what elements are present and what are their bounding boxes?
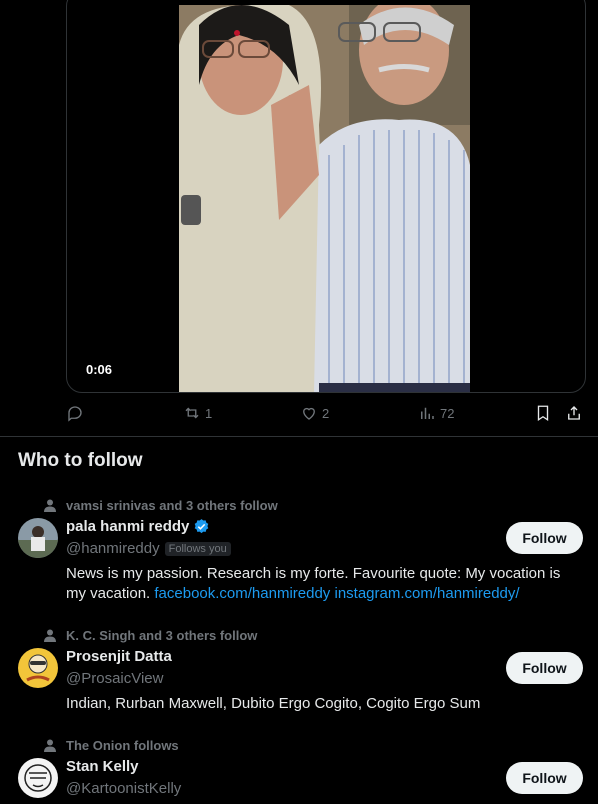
- heart-icon: [303, 407, 315, 420]
- follows-you-badge: Follows you: [164, 541, 231, 556]
- follow-button[interactable]: Follow: [506, 652, 583, 684]
- social-context: vamsi srinivas and 3 others follow: [44, 498, 278, 513]
- user-name[interactable]: pala hanmi reddy: [66, 518, 210, 535]
- user-bio: News is my passion. Research is my forte…: [66, 564, 576, 604]
- video-frame: [179, 5, 470, 392]
- avatar-image: [18, 648, 58, 688]
- user-handle[interactable]: @KartoonistKelly: [66, 780, 181, 797]
- social-context: K. C. Singh and 3 others follow: [44, 628, 257, 643]
- repost-button[interactable]: 1: [183, 404, 212, 422]
- bio-link-instagram[interactable]: instagram.com/hanmireddy/: [334, 585, 519, 602]
- social-context-text: K. C. Singh and 3 others follow: [66, 628, 258, 643]
- user-name[interactable]: Stan Kelly: [66, 758, 139, 775]
- person-icon: [44, 499, 56, 512]
- social-context-text: vamsi srinivas and 3 others follow: [66, 498, 278, 513]
- video-player[interactable]: [66, 0, 586, 393]
- video-still-image: [179, 5, 470, 392]
- post-action-bar: 1 2 72: [0, 404, 598, 426]
- video-duration: 0:06: [86, 362, 113, 377]
- analytics-icon: [421, 407, 434, 419]
- reply-icon: [68, 406, 82, 422]
- user-name-text: Stan Kelly: [66, 758, 139, 775]
- repost-icon: [185, 407, 199, 419]
- user-handle-text: @hanmireddy: [66, 540, 160, 557]
- user-bio-text: Indian, Rurban Maxwell, Dubito Ergo Cogi…: [66, 695, 481, 712]
- person-icon: [44, 629, 56, 642]
- avatar[interactable]: [18, 518, 58, 558]
- user-handle[interactable]: @hanmireddy Follows you: [66, 540, 231, 557]
- reply-button[interactable]: [66, 404, 84, 422]
- verified-badge-icon: [195, 519, 209, 534]
- like-button[interactable]: 2: [300, 404, 329, 422]
- user-handle-text: @KartoonistKelly: [66, 780, 182, 797]
- bookmark-button[interactable]: [534, 404, 552, 422]
- user-name-text: pala hanmi reddy: [66, 518, 190, 535]
- social-context: The Onion follows: [44, 738, 179, 753]
- share-icon: [568, 406, 580, 420]
- avatar[interactable]: [18, 758, 58, 798]
- views-count: 72: [440, 405, 455, 421]
- who-to-follow-title: Who to follow: [18, 450, 143, 471]
- avatar-image: [18, 758, 58, 798]
- like-count: 2: [322, 405, 330, 421]
- user-handle-text: @ProsaicView: [66, 670, 164, 687]
- section-divider: [0, 436, 598, 437]
- follow-button[interactable]: Follow: [506, 762, 583, 794]
- bio-link-facebook[interactable]: facebook.com/hanmireddy: [154, 585, 330, 602]
- follow-button[interactable]: Follow: [506, 522, 583, 554]
- user-name[interactable]: Prosenjit Datta: [66, 648, 172, 665]
- user-bio: Indian, Rurban Maxwell, Dubito Ergo Cogi…: [66, 694, 576, 714]
- views-button[interactable]: 72: [418, 404, 454, 422]
- avatar-image: [18, 518, 58, 558]
- user-name-text: Prosenjit Datta: [66, 648, 172, 665]
- person-icon: [44, 739, 56, 752]
- avatar[interactable]: [18, 648, 58, 688]
- share-button[interactable]: [565, 404, 583, 422]
- social-context-text: The Onion follows: [66, 738, 179, 753]
- user-handle[interactable]: @ProsaicView: [66, 670, 164, 687]
- bookmark-icon: [537, 405, 549, 422]
- repost-count: 1: [205, 405, 213, 421]
